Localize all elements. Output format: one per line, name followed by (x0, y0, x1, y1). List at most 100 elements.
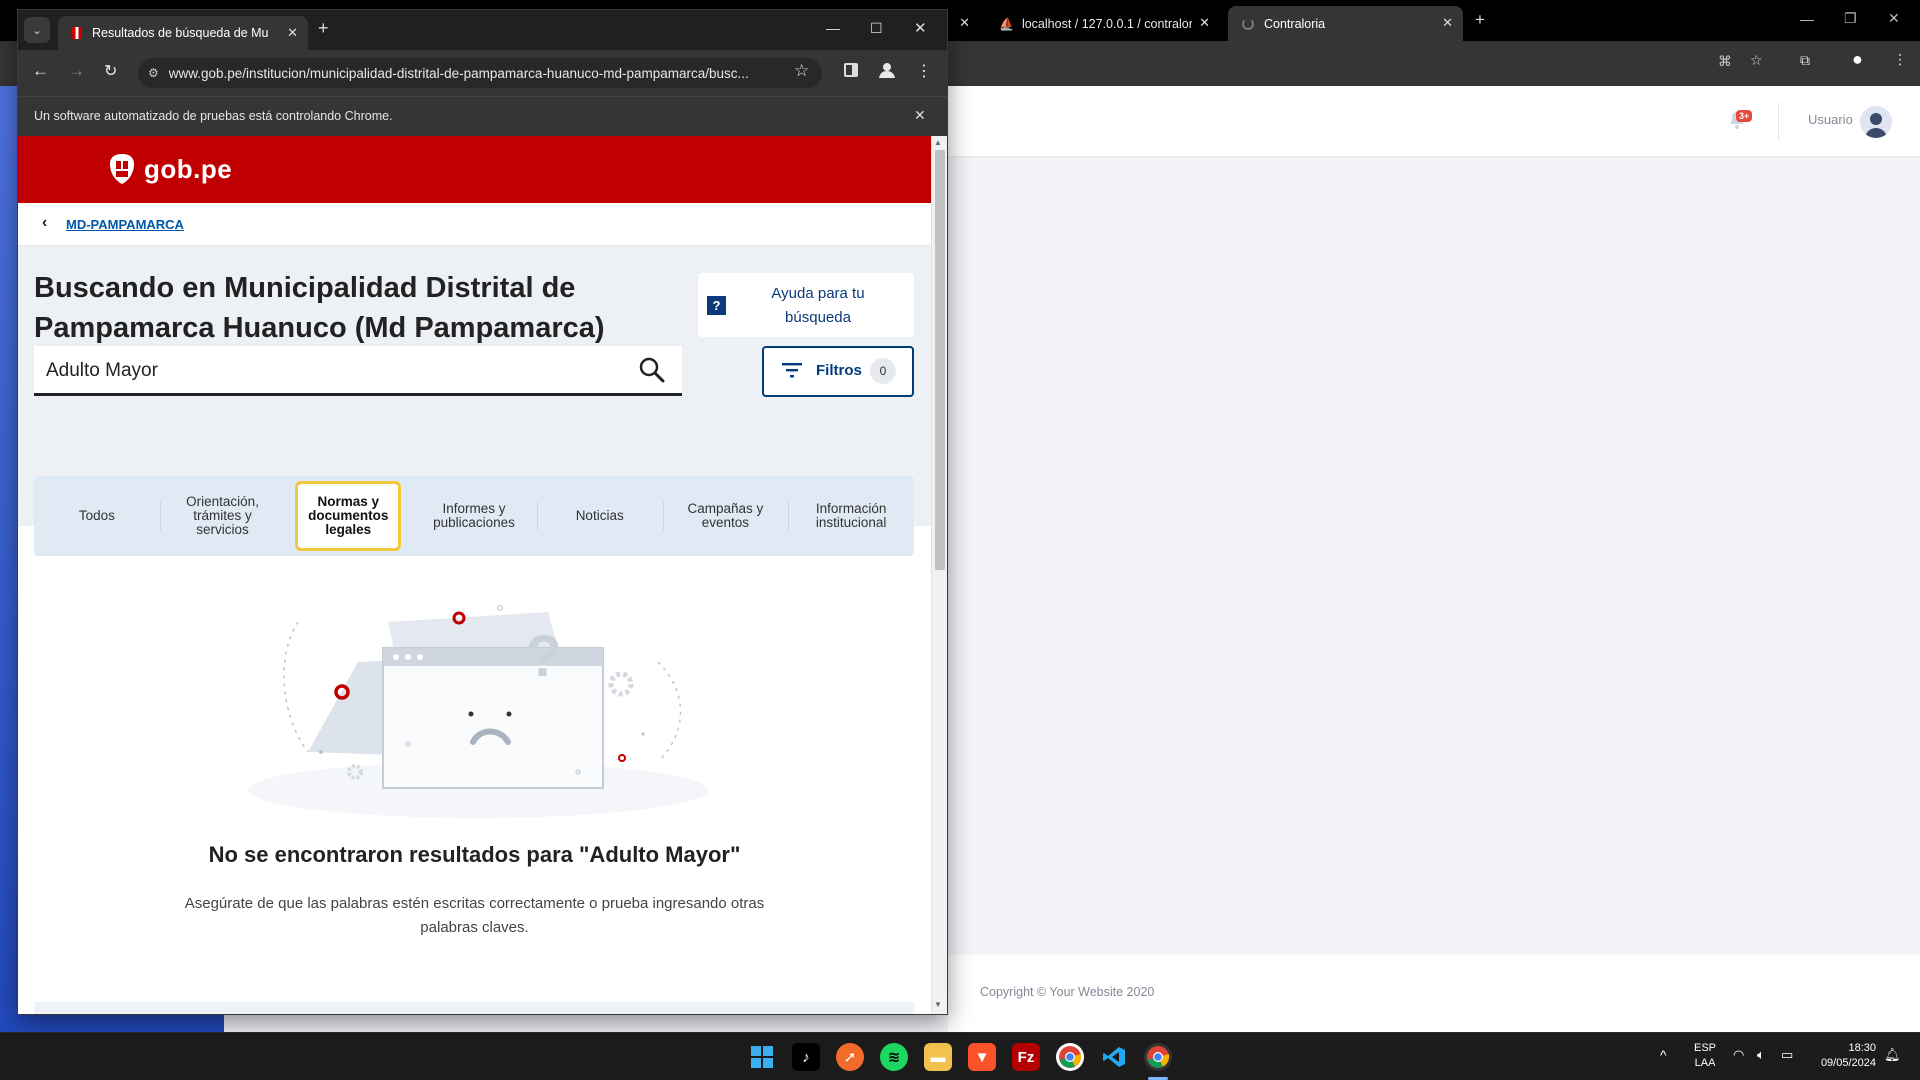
tab-strip: ⌄ Resultados de búsqueda de Mu ✕ + — ☐ ✕ (18, 10, 947, 50)
maximize-button[interactable]: ☐ (870, 20, 883, 37)
category-tab-label: Información institucional (816, 502, 887, 530)
new-tab-button[interactable]: + (318, 18, 329, 39)
gob-header: gob.pe (18, 136, 931, 203)
close-icon[interactable]: ✕ (1199, 15, 1210, 31)
bookmark-star-icon[interactable]: ☆ (794, 61, 809, 81)
url-text[interactable]: www.gob.pe/institucion/municipalidad-dis… (169, 66, 784, 81)
svg-text:?: ? (526, 624, 561, 689)
keyboard-layout: LAA (1694, 1057, 1716, 1069)
category-tab[interactable]: Orientación, trámites y servicios (160, 476, 286, 556)
profile-icon[interactable] (878, 61, 896, 79)
site-info-icon[interactable]: ⚙ (148, 66, 159, 80)
footer-section-top (34, 1002, 914, 1014)
spotify-icon[interactable]: ≋ (880, 1043, 908, 1071)
category-tabs: Todos Orientación, trámites y servicios Norm… (34, 476, 914, 556)
bookmark-star-icon[interactable]: ☆ (1750, 52, 1763, 69)
filters-count: 0 (870, 358, 896, 384)
help-label: Ayuda para tu búsqueda (738, 282, 898, 330)
postman-icon[interactable]: ➚ (836, 1043, 864, 1071)
windows-start-icon[interactable] (748, 1043, 776, 1071)
minimize-button[interactable]: — (1800, 11, 1814, 27)
breadcrumb-link[interactable]: MD-PAMPAMARCA (66, 217, 184, 232)
chrome-test-icon[interactable] (1056, 1043, 1084, 1071)
tab-title: Resultados de búsqueda de Mu (92, 26, 269, 40)
user-name[interactable]: Usuario (1808, 112, 1853, 127)
translate-icon[interactable]: ⌘ (1718, 53, 1732, 70)
vscode-icon[interactable] (1100, 1043, 1128, 1071)
page-title: Buscando en Municipalidad Distrital de P… (34, 268, 614, 348)
peru-shield-icon (110, 154, 134, 184)
category-tab-label: Campañas y eventos (688, 502, 764, 530)
tab-search-button[interactable]: ⌄ (24, 17, 50, 43)
category-tab[interactable]: Informes y publicaciones (411, 476, 537, 556)
category-tab-label-line: Información (815, 501, 887, 516)
browser-toolbar: ← → ↻ ⚙ www.gob.pe/institucion/municipal… (18, 50, 947, 96)
avatar[interactable] (1860, 106, 1892, 138)
gob-logo[interactable]: gob.pe (106, 152, 232, 186)
page-title-line: Buscando en Municipalidad Distrital de (34, 272, 576, 304)
category-tab[interactable]: Todos (34, 476, 160, 556)
language-indicator[interactable]: ESP LAA (1694, 1041, 1716, 1071)
automation-notice: Un software automatizado de pruebas está… (34, 109, 393, 123)
extensions-icon[interactable]: ⧉ (1800, 52, 1810, 69)
time-text: 18:30 (1848, 1042, 1876, 1054)
filezilla-icon[interactable]: Fz (1012, 1043, 1040, 1071)
menu-icon[interactable]: ⋮ (1893, 51, 1907, 68)
battery-icon[interactable]: ▭ (1781, 1047, 1793, 1063)
side-panel-icon[interactable] (844, 63, 858, 77)
background-tab-label: localhost / 127.0.0.1 / contralor (1021, 16, 1192, 31)
category-tab[interactable]: Información institucional (788, 476, 914, 556)
wifi-icon[interactable]: ◠ (1733, 1047, 1744, 1063)
new-tab-button[interactable]: + (1475, 10, 1485, 30)
tiktok-icon[interactable]: ♪ (792, 1043, 820, 1071)
minimize-button[interactable]: — (826, 20, 840, 36)
reload-icon[interactable]: ↻ (104, 61, 117, 81)
category-separator (662, 502, 664, 530)
search-icon[interactable] (638, 356, 666, 384)
restore-button[interactable]: ❐ (1844, 10, 1857, 27)
chevron-left-icon[interactable]: ‹ (42, 214, 47, 232)
address-bar[interactable]: ⚙ www.gob.pe/institucion/municipalidad-d… (138, 58, 822, 88)
chrome-icon[interactable] (1144, 1043, 1172, 1071)
back-arrow-icon[interactable]: ← (32, 61, 49, 81)
close-window-button[interactable]: ✕ (914, 19, 927, 37)
brave-icon[interactable]: ▼ (968, 1043, 996, 1071)
background-tab-phpmyadmin[interactable]: ⛵ localhost / 127.0.0.1 / contralor ✕ (985, 6, 1220, 41)
page-scrollbar[interactable]: ▲ ▼ (931, 136, 947, 1014)
background-tab-contraloria[interactable]: Contraloria ✕ (1228, 6, 1463, 41)
filter-icon (782, 362, 802, 378)
tab-active[interactable]: Resultados de búsqueda de Mu ✕ (58, 16, 308, 50)
help-button[interactable]: ? Ayuda para tu búsqueda (698, 273, 914, 337)
search-box (34, 346, 682, 396)
forward-arrow-icon[interactable]: → (68, 61, 85, 81)
chevron-up-icon[interactable]: ^ (1660, 1047, 1667, 1063)
category-tab-label-line: Campañas y (687, 501, 764, 516)
category-tab-label-line: Orientación, (186, 494, 259, 509)
close-icon[interactable]: ✕ (959, 15, 970, 31)
help-label-line: Ayuda para tu (771, 285, 865, 302)
clock[interactable]: 18:30 09/05/2024 (1812, 1041, 1876, 1071)
close-icon[interactable]: ✕ (914, 107, 926, 124)
scroll-up-icon[interactable]: ▲ (934, 138, 942, 147)
scroll-down-icon[interactable]: ▼ (934, 1000, 942, 1009)
background-tab-partial[interactable]: ✕ (948, 6, 978, 41)
profile-icon[interactable]: ● (1852, 49, 1863, 70)
empty-state-message-line: palabras claves. (420, 919, 529, 936)
help-icon: ? (707, 296, 726, 315)
menu-icon[interactable]: ⋮ (916, 61, 932, 81)
close-icon[interactable]: ✕ (1442, 15, 1453, 31)
category-tab[interactable]: Campañas y eventos (663, 476, 789, 556)
category-tab[interactable]: Noticias (537, 476, 663, 556)
close-icon[interactable]: ✕ (287, 25, 298, 41)
scrollbar-thumb[interactable] (935, 150, 945, 570)
search-input[interactable] (46, 356, 626, 386)
filters-button[interactable]: Filtros 0 (762, 346, 914, 397)
notification-icon[interactable]: 🔔︎ (1884, 1047, 1901, 1063)
category-tab[interactable]: Normas y documentos legales (295, 481, 402, 551)
category-separator (536, 502, 538, 530)
category-tab-label-line: servicios (196, 522, 249, 537)
file-explorer-icon[interactable]: ▬ (924, 1043, 952, 1071)
volume-icon[interactable]: 🔈︎ (1757, 1047, 1765, 1063)
close-window-button[interactable]: ✕ (1888, 10, 1900, 27)
peru-flag-icon (72, 27, 82, 39)
